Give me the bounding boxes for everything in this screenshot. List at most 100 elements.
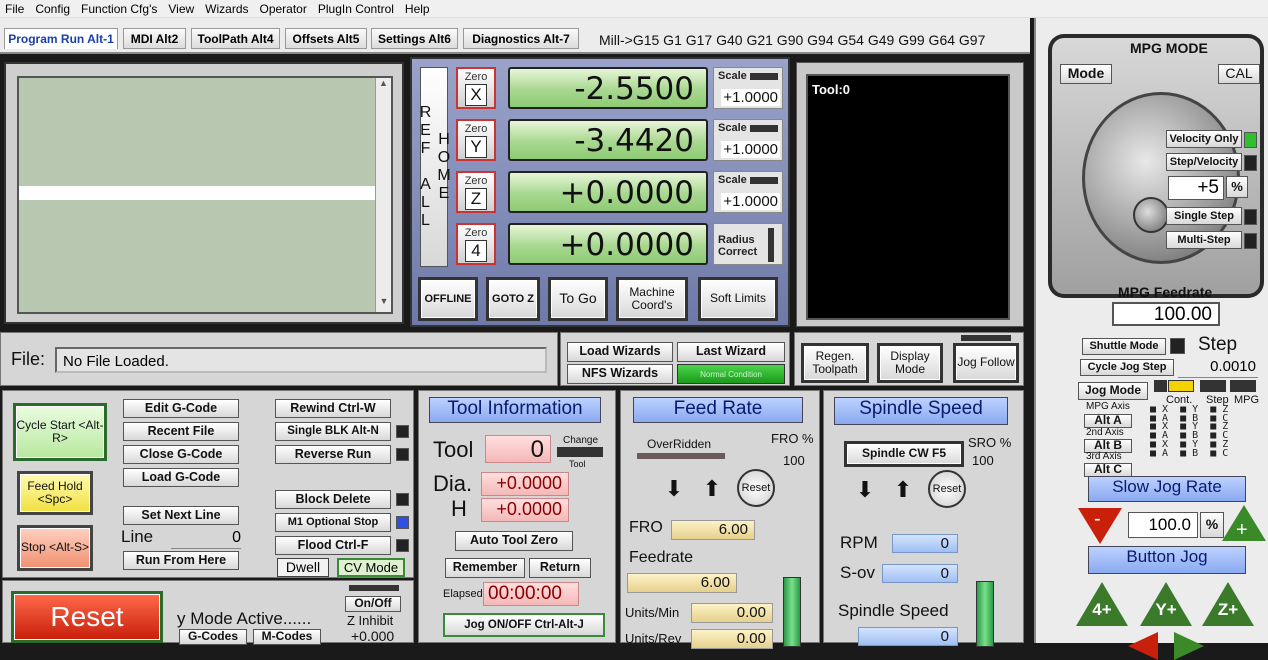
spindle-up-icon[interactable]: ⬆ xyxy=(890,477,916,502)
velocity-only-button[interactable]: Velocity Only xyxy=(1166,130,1242,148)
slow-jog-rate-field[interactable]: 100.0 xyxy=(1128,512,1198,538)
dro-4[interactable]: +0.0000 xyxy=(508,223,708,265)
jog-4-plus-button[interactable]: 4+ xyxy=(1076,582,1128,626)
menu-view[interactable]: View xyxy=(163,2,200,16)
spindle-override-slider[interactable] xyxy=(976,581,994,647)
cycle-jog-step-button[interactable]: Cycle Jog Step xyxy=(1080,359,1174,376)
tab-diagnostics[interactable]: Diagnostics Alt-7 xyxy=(463,28,579,49)
feed-hold-button[interactable]: Feed Hold <Spc> xyxy=(17,471,93,515)
gcode-scrollbar[interactable]: ▲ ▼ xyxy=(375,78,391,312)
jog-z-plus-button[interactable]: Z+ xyxy=(1202,582,1254,626)
spindle-cw-button[interactable]: Spindle CW F5 xyxy=(844,441,964,467)
display-mode-button[interactable]: Display Mode xyxy=(877,343,943,383)
feed-override-slider[interactable] xyxy=(783,577,801,647)
zero-x-button[interactable]: Zero X xyxy=(456,67,496,109)
set-next-line-button[interactable]: Set Next Line xyxy=(123,506,239,525)
height-field[interactable]: +0.0000 xyxy=(481,498,569,522)
radius-correct-button[interactable]: Radius Correct xyxy=(713,223,783,265)
m1-optional-stop-button[interactable]: M1 Optional Stop xyxy=(275,513,391,532)
reverse-run-button[interactable]: Reverse Run xyxy=(275,445,391,464)
regen-toolpath-button[interactable]: Regen. Toolpath xyxy=(801,343,869,383)
toolpath-display[interactable]: Tool:0 xyxy=(806,74,1010,320)
alt-a-button[interactable]: Alt A xyxy=(1084,414,1132,428)
multi-step-button[interactable]: Multi-Step xyxy=(1166,231,1242,249)
zero-y-button[interactable]: Zero Y xyxy=(456,119,496,161)
offline-button[interactable]: OFFLINE xyxy=(418,277,478,321)
menu-function-cfgs[interactable]: Function Cfg's xyxy=(76,2,163,16)
scale-x[interactable]: Scale +1.0000 xyxy=(713,67,783,109)
diameter-field[interactable]: +0.0000 xyxy=(481,472,569,496)
single-step-button[interactable]: Single Step xyxy=(1166,207,1242,225)
tab-toolpath[interactable]: ToolPath Alt4 xyxy=(191,28,280,49)
alt-c-button[interactable]: Alt C xyxy=(1084,463,1132,477)
tab-program-run[interactable]: Program Run Alt-1 xyxy=(4,28,118,49)
cycle-start-button[interactable]: Cycle Start <Alt-R> xyxy=(13,403,107,461)
recent-file-button[interactable]: Recent File xyxy=(123,422,239,441)
dro-x[interactable]: -2.5500 xyxy=(508,67,708,109)
zero-z-button[interactable]: Zero Z xyxy=(456,171,496,213)
shuttle-mode-button[interactable]: Shuttle Mode xyxy=(1082,338,1166,355)
nfs-wizards-button[interactable]: NFS Wizards xyxy=(567,364,673,384)
menu-wizards[interactable]: Wizards xyxy=(200,2,254,16)
machine-coords-button[interactable]: Machine Coord's xyxy=(616,277,688,321)
menu-operator[interactable]: Operator xyxy=(255,2,313,16)
scale-y[interactable]: Scale +1.0000 xyxy=(713,119,783,161)
jog-follow-button[interactable]: Jog Follow xyxy=(953,343,1019,383)
line-number-field[interactable]: 0 xyxy=(171,529,241,549)
spindle-speed-field[interactable]: 0 xyxy=(858,627,958,646)
load-wizards-button[interactable]: Load Wizards xyxy=(567,342,673,362)
mpg-knob[interactable] xyxy=(1133,197,1169,233)
step-velocity-button[interactable]: Step/Velocity xyxy=(1166,153,1242,171)
flood-button[interactable]: Flood Ctrl-F xyxy=(275,536,391,555)
jog-y-plus-button[interactable]: Y+ xyxy=(1140,582,1192,626)
change-tool-button[interactable] xyxy=(557,447,603,457)
close-gcode-button[interactable]: Close G-Code xyxy=(123,445,239,464)
dro-z[interactable]: +0.0000 xyxy=(508,171,708,213)
tool-number-field[interactable]: 0 xyxy=(485,435,551,463)
reset-button[interactable]: Reset xyxy=(11,591,163,643)
tab-offsets[interactable]: Offsets Alt5 xyxy=(285,28,367,49)
stop-button[interactable]: Stop <Alt-S> xyxy=(17,525,93,571)
menu-plugin-control[interactable]: PlugIn Control xyxy=(313,2,400,16)
menu-help[interactable]: Help xyxy=(400,2,436,16)
scale-z[interactable]: Scale +1.0000 xyxy=(713,171,783,213)
block-delete-button[interactable]: Block Delete xyxy=(275,490,391,509)
mpg-cal-button[interactable]: CAL xyxy=(1218,64,1260,84)
mpg-mode-button[interactable]: Mode xyxy=(1060,64,1112,84)
ref-all-home-button[interactable]: REF ALL HOME xyxy=(417,67,453,267)
feedrate-value-field[interactable]: 6.00 xyxy=(627,573,737,593)
remember-button[interactable]: Remember xyxy=(445,558,525,578)
jog-mode-button[interactable]: Jog Mode xyxy=(1078,382,1148,400)
tab-settings[interactable]: Settings Alt6 xyxy=(371,28,458,49)
feed-down-icon[interactable]: ⬇ xyxy=(661,476,687,501)
menu-file[interactable]: File xyxy=(0,2,30,16)
jog-step-field[interactable]: 0.0010 xyxy=(1178,358,1258,378)
dro-y[interactable]: -3.4420 xyxy=(508,119,708,161)
return-button[interactable]: Return xyxy=(529,558,591,578)
goto-z-button[interactable]: GOTO Z xyxy=(486,277,540,321)
jog-x-minus-button[interactable] xyxy=(1128,632,1158,660)
edit-gcode-button[interactable]: Edit G-Code xyxy=(123,399,239,418)
jog-onoff-button[interactable]: Jog ON/OFF Ctrl-Alt-J xyxy=(443,613,605,637)
load-gcode-button[interactable]: Load G-Code xyxy=(123,468,239,487)
to-go-button[interactable]: To Go xyxy=(548,277,608,321)
spindle-reset-button[interactable]: Reset xyxy=(928,470,966,508)
feed-reset-button[interactable]: Reset xyxy=(737,469,775,507)
tab-mdi[interactable]: MDI Alt2 xyxy=(123,28,186,49)
fro-value-field[interactable]: 6.00 xyxy=(671,520,755,540)
mpg-feedrate-field[interactable]: 100.00 xyxy=(1112,302,1220,326)
rewind-button[interactable]: Rewind Ctrl-W xyxy=(275,399,391,418)
feed-up-icon[interactable]: ⬆ xyxy=(699,476,725,501)
mpg-step-field[interactable]: +5 xyxy=(1168,176,1224,200)
soft-limits-button[interactable]: Soft Limits xyxy=(698,277,778,321)
run-from-here-button[interactable]: Run From Here xyxy=(123,551,239,570)
auto-tool-zero-button[interactable]: Auto Tool Zero xyxy=(455,531,573,551)
zero-4-button[interactable]: Zero 4 xyxy=(456,223,496,265)
single-block-button[interactable]: Single BLK Alt-N xyxy=(275,422,391,441)
z-inhibit-toggle[interactable]: On/Off xyxy=(345,596,401,612)
mpg-percent-button[interactable]: % xyxy=(1226,176,1248,198)
slow-jog-percent-button[interactable]: % xyxy=(1200,512,1224,538)
last-wizard-button[interactable]: Last Wizard xyxy=(677,342,785,362)
axis-selector-grid[interactable]: ■ X ■ Y ■ Z ■ A ■ B ■ C ■ X ■ Y ■ Z ■ A … xyxy=(1150,405,1260,476)
gcode-listing[interactable]: ▲ ▼ xyxy=(17,76,393,314)
